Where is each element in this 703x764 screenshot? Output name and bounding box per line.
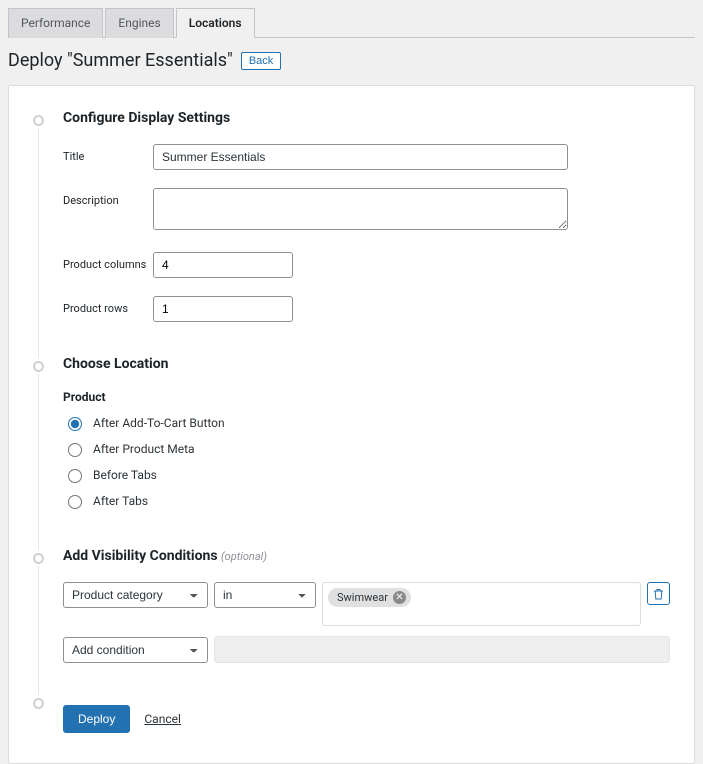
page-header: Deploy "Summer Essentials" Back [8,38,695,85]
add-condition-placeholder [214,636,670,663]
product-columns-input[interactable] [153,252,293,278]
condition-value-box[interactable]: Swimwear ✕ [322,582,641,626]
product-rows-input[interactable] [153,296,293,322]
add-condition-select[interactable]: Add condition [63,637,208,663]
tabs: Performance Engines Locations [8,8,695,38]
page-title: Deploy "Summer Essentials" [8,50,233,71]
optional-label: (optional) [221,550,267,563]
location-heading: Choose Location [63,356,670,372]
chip-label: Swimwear [337,591,388,604]
columns-label: Product columns [63,252,153,271]
configure-heading: Configure Display Settings [63,110,670,126]
title-label: Title [63,144,153,163]
trash-icon [653,588,664,600]
location-option-before-tabs[interactable]: Before Tabs [63,466,670,483]
location-group-product: Product [63,390,670,404]
location-option-after-tabs[interactable]: After Tabs [63,492,670,509]
step-node-configure [33,115,44,126]
deploy-button[interactable]: Deploy [63,705,130,733]
location-option-label: After Add-To-Cart Button [93,416,225,430]
location-radio-after-tabs[interactable] [68,495,82,509]
tab-locations[interactable]: Locations [176,8,255,38]
tab-engines[interactable]: Engines [105,8,173,38]
description-input[interactable] [153,188,568,230]
cancel-link[interactable]: Cancel [144,712,181,726]
add-condition-row: Add condition [63,636,670,663]
location-option-label: After Tabs [93,494,148,508]
location-option-label: Before Tabs [93,468,157,482]
step-node-visibility [33,553,44,564]
chip-remove-icon[interactable]: ✕ [393,591,406,604]
location-radio-after-add-to-cart[interactable] [68,417,82,431]
location-option-label: After Product Meta [93,442,195,456]
delete-condition-button[interactable] [647,582,670,605]
location-option-after-product-meta[interactable]: After Product Meta [63,440,670,457]
condition-field-select[interactable]: Product category [63,582,208,608]
location-radio-before-tabs[interactable] [68,469,82,483]
title-input[interactable] [153,144,568,170]
main-panel: Configure Display Settings Title Descrip… [8,85,695,764]
tab-performance[interactable]: Performance [8,8,103,38]
description-label: Description [63,188,153,207]
location-option-after-add-to-cart[interactable]: After Add-To-Cart Button [63,414,670,431]
step-node-location [33,361,44,372]
step-node-actions [33,698,44,709]
condition-operator-select[interactable]: in [214,582,316,608]
location-radio-group: After Add-To-Cart Button After Product M… [63,414,670,509]
visibility-condition-row: Product category in Swimwear ✕ [63,582,670,626]
back-button[interactable]: Back [241,52,281,70]
location-radio-after-product-meta[interactable] [68,443,82,457]
rows-label: Product rows [63,296,153,315]
chip-swimwear: Swimwear ✕ [328,588,411,607]
visibility-heading: Add Visibility Conditions (optional) [63,548,670,564]
